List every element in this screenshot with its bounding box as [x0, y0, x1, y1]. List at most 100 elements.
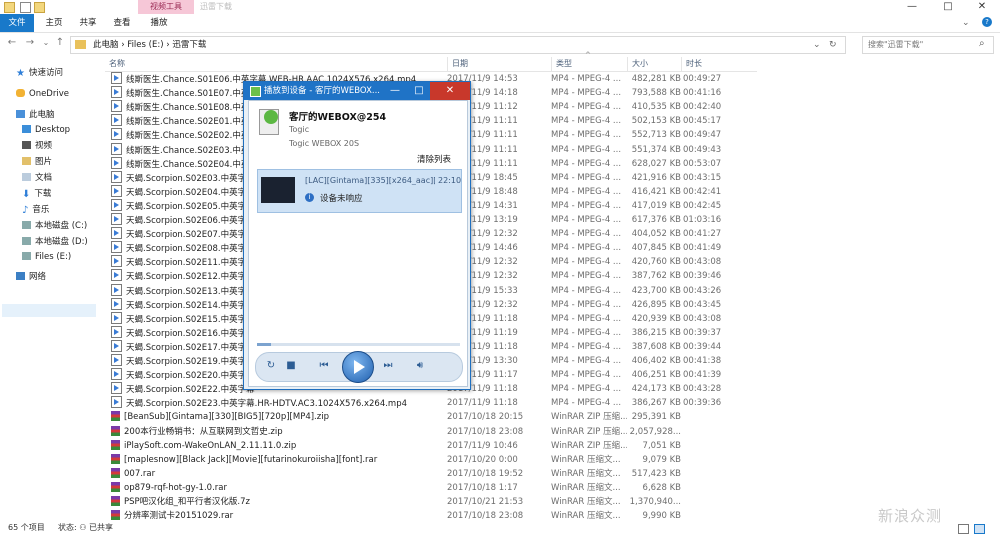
file-type: MP4 - MPEG-4 ...: [551, 74, 622, 84]
nav-this-pc[interactable]: 此电脑: [16, 108, 55, 122]
help-icon[interactable]: ?: [982, 17, 992, 27]
nav-drive-c[interactable]: 本地磁盘 (C:): [22, 219, 87, 233]
file-row[interactable]: 200本行业畅销书：从互联网到文哲史.zip 2017/10/18 23:08 Wi…: [105, 425, 757, 439]
drive-icon: [22, 221, 31, 229]
file-name[interactable]: [maplesnow][Black Jack][Movie][futarinok…: [111, 453, 441, 467]
file-duration: 00:39:46: [683, 271, 722, 282]
nav-drive-d[interactable]: 本地磁盘 (D:): [22, 235, 88, 249]
tab-file[interactable]: 文件: [0, 14, 34, 32]
network-icon: [16, 272, 25, 280]
up-button[interactable]: ↑: [54, 37, 66, 49]
recent-locations-icon[interactable]: ⌄: [40, 37, 52, 49]
file-row[interactable]: 007.rar 2017/10/18 19:52 WinRAR 压缩文... 517,…: [105, 467, 757, 481]
repeat-icon[interactable]: ↻: [264, 359, 278, 373]
column-date[interactable]: 日期: [447, 57, 552, 71]
tab-view[interactable]: 查看: [108, 14, 136, 32]
file-row[interactable]: op879-rqf-hot-gy-1.0.rar 2017/10/18 1:17 W…: [105, 481, 757, 495]
file-name[interactable]: PSP吧汉化组_和平行者汉化版.7z: [111, 495, 441, 509]
file-row[interactable]: PSP吧汉化组_和平行者汉化版.7z 2017/10/21 21:53 WinRAR…: [105, 495, 757, 509]
file-type: MP4 - MPEG-4 ...: [551, 243, 622, 254]
nav-onedrive[interactable]: OneDrive: [16, 87, 69, 101]
file-row[interactable]: iPlaySoft.com-WakeOnLAN_2.11.11.0.zip 201…: [105, 439, 757, 453]
tab-play[interactable]: 播放: [145, 14, 173, 32]
nav-downloads[interactable]: ⬇ 下载: [22, 187, 51, 201]
next-icon[interactable]: ⏭: [376, 359, 400, 373]
file-size: 417,019 KB: [631, 200, 681, 211]
details-view-icon[interactable]: [958, 524, 969, 534]
file-duration: [681, 481, 743, 495]
refresh-icon[interactable]: ↻: [829, 37, 837, 53]
file-name[interactable]: 007.rar: [111, 467, 441, 481]
column-duration[interactable]: 时长: [681, 57, 758, 71]
ribbon-expand-icon[interactable]: ⌄: [962, 18, 970, 28]
nav-drive-e[interactable]: Files (E:): [22, 250, 71, 264]
file-type: MP4 - MPEG-4 ...: [551, 327, 622, 338]
nav-music[interactable]: ♪ 音乐: [22, 203, 49, 217]
video-file-icon: [111, 297, 122, 310]
minimize-button[interactable]: —: [900, 0, 924, 14]
file-name[interactable]: op879-rqf-hot-gy-1.0.rar: [111, 481, 441, 495]
column-name[interactable]: 名称: [105, 57, 445, 71]
file-row[interactable]: 天蝎.Scorpion.S02E23.中英字幕.HR-HDTV.AC3.1024…: [105, 396, 757, 410]
file-duration: 00:41:16: [683, 88, 722, 99]
dialog-body: 客厅的WEBOX@254 Togic Togic WEBOX 20S 清除列表 …: [248, 100, 468, 387]
file-row[interactable]: [maplesnow][Black Jack][Movie][futarinok…: [105, 453, 757, 467]
file-name[interactable]: 天蝎.Scorpion.S02E23.中英字幕.HR-HDTV.AC3.1024…: [111, 396, 441, 410]
search-icon[interactable]: ⌕: [979, 38, 985, 49]
forward-button[interactable]: →: [24, 37, 36, 49]
stop-icon[interactable]: ■: [284, 359, 298, 373]
file-type: WinRAR 压缩文...: [551, 468, 621, 479]
close-button[interactable]: ✕: [970, 0, 994, 14]
dialog-close-button[interactable]: ✕: [430, 82, 470, 100]
play-button[interactable]: [342, 351, 374, 383]
context-tab-video-tools[interactable]: 视频工具: [138, 0, 194, 14]
file-name[interactable]: [BeanSub][Gintama][330][BIG5][720p][MP4]…: [111, 410, 441, 424]
file-size: 617,376 KB: [631, 215, 681, 225]
dialog-minimize-button[interactable]: —: [384, 82, 406, 100]
large-icons-view-icon[interactable]: [974, 524, 985, 534]
file-date: 2017/10/21 21:53: [447, 497, 524, 507]
file-type: MP4 - MPEG-4 ...: [551, 257, 622, 268]
file-size: 386,267 KB: [631, 398, 681, 409]
breadcrumb[interactable]: 此电脑 › Files (E:) › 迅雷下载: [93, 37, 206, 53]
column-size[interactable]: 大小: [627, 57, 682, 71]
playback-progress[interactable]: [257, 343, 460, 346]
file-size: 406,402 KB: [631, 356, 681, 366]
maximize-button[interactable]: □: [936, 0, 960, 14]
video-file-icon: [111, 156, 122, 169]
volume-icon[interactable]: 🔊︎: [408, 359, 432, 373]
nav-quick-access[interactable]: ★ 快速访问: [16, 66, 63, 80]
video-file-icon: [111, 354, 122, 366]
clear-list-link[interactable]: 清除列表: [417, 153, 451, 165]
nav-pictures[interactable]: 图片: [22, 155, 52, 169]
nav-selection-highlight: [2, 304, 96, 317]
tab-home[interactable]: 主页: [40, 14, 68, 32]
nav-videos[interactable]: 视频: [22, 139, 52, 153]
tab-share[interactable]: 共享: [74, 14, 102, 32]
search-input[interactable]: 搜索"迅雷下载" ⌕: [862, 36, 994, 54]
file-duration: 00:53:07: [683, 158, 722, 169]
column-type[interactable]: 类型: [551, 57, 628, 71]
file-type: WinRAR 压缩文...: [551, 454, 621, 465]
file-date: 2017/10/18 1:17: [447, 482, 518, 493]
file-size: 9,079 KB: [642, 454, 681, 465]
back-button[interactable]: ←: [6, 37, 18, 49]
nav-desktop[interactable]: Desktop: [22, 123, 70, 137]
file-name[interactable]: 200本行业畅销书：从互联网到文哲史.zip: [111, 425, 441, 439]
nav-documents[interactable]: 文档: [22, 171, 52, 185]
address-dropdown-icon[interactable]: ⌄: [813, 37, 821, 53]
file-type: MP4 - MPEG-4 ...: [551, 102, 622, 113]
properties-icon[interactable]: [20, 2, 31, 13]
address-bar[interactable]: 此电脑 › Files (E:) › 迅雷下载 ⌄ ↻: [70, 36, 846, 54]
file-row[interactable]: [BeanSub][Gintama][330][BIG5][720p][MP4]…: [105, 410, 757, 424]
new-folder-icon[interactable]: [34, 2, 45, 13]
dialog-restore-button[interactable]: □: [408, 82, 430, 100]
file-duration: [681, 495, 743, 509]
device-name: 客厅的WEBOX@254: [289, 112, 387, 123]
file-name[interactable]: iPlaySoft.com-WakeOnLAN_2.11.11.0.zip: [111, 439, 441, 453]
file-size: 502,153 KB: [631, 116, 681, 127]
nav-network[interactable]: 网络: [16, 270, 46, 284]
queue-item[interactable]: [LAC][Gintama][335][x264_aac][BIG5... 22…: [257, 169, 462, 213]
share-status: 状态: ⚇ 已共享: [58, 523, 113, 532]
previous-icon[interactable]: ⏮: [312, 359, 336, 373]
